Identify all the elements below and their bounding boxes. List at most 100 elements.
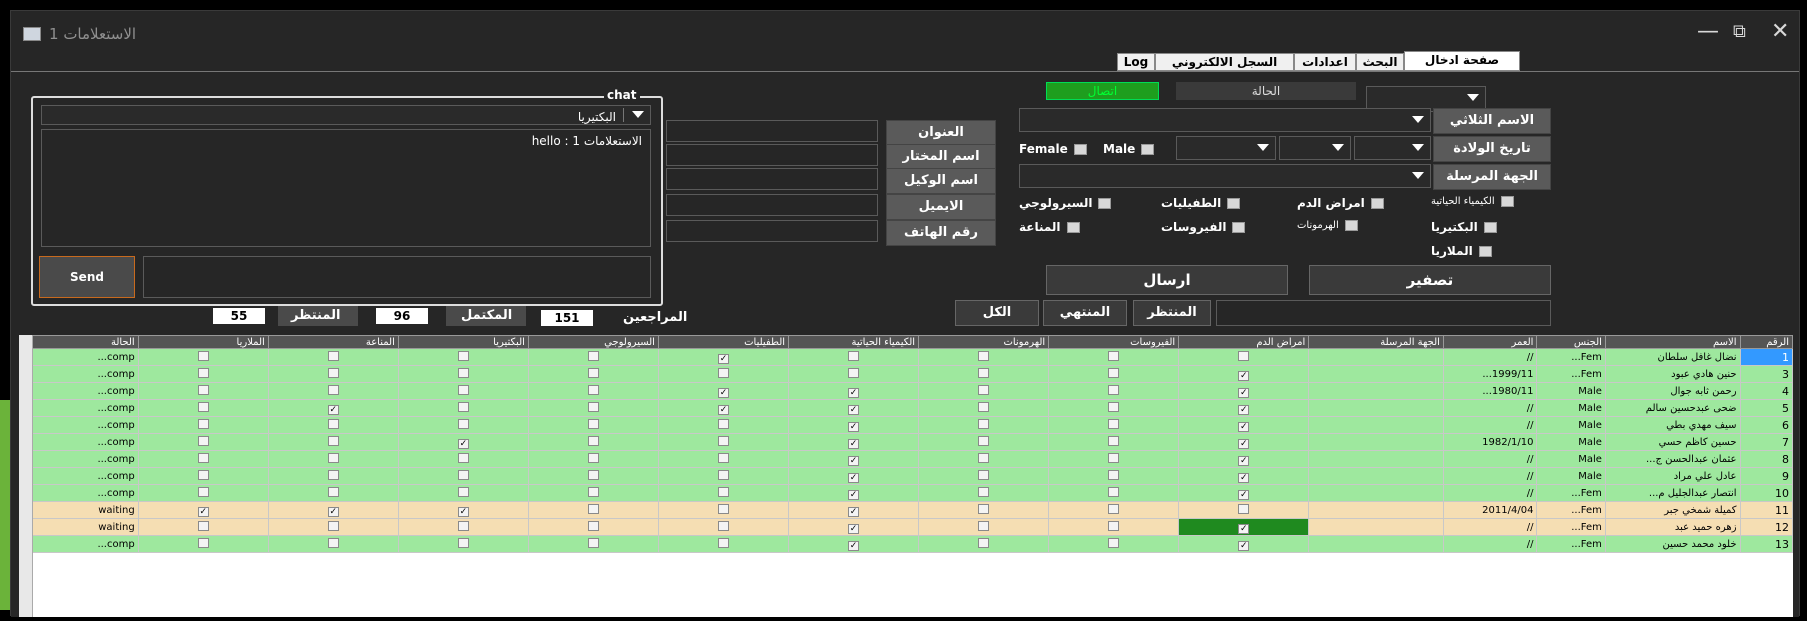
birth-day-combo[interactable] [1354, 136, 1431, 160]
checkbox[interactable] [587, 418, 599, 429]
sex-cell[interactable]: Fem... [1536, 365, 1606, 383]
checkbox[interactable] [587, 486, 599, 497]
test-checkbox-cell[interactable] [527, 416, 659, 434]
checkbox[interactable] [327, 537, 339, 548]
filter-finished-button[interactable]: المنتهي [1043, 300, 1127, 326]
checkbox[interactable] [978, 452, 990, 463]
checkbox[interactable] [327, 486, 339, 497]
checkbox[interactable] [1108, 384, 1120, 395]
checkbox[interactable]: ✓ [1238, 540, 1250, 551]
checkbox[interactable]: ✓ [848, 540, 860, 551]
checkbox[interactable] [848, 350, 860, 361]
test-checkbox-cell[interactable] [1048, 450, 1180, 468]
checkbox[interactable] [978, 350, 990, 361]
test-checkbox-cell[interactable]: ✓ [657, 399, 790, 417]
status-cell[interactable]: comp... [19, 450, 139, 468]
test-checkbox-cell[interactable] [267, 433, 399, 451]
test-checkbox-cell[interactable] [657, 467, 790, 485]
column-header[interactable]: الحالة [19, 335, 139, 349]
checkbox[interactable] [587, 520, 599, 531]
test-checkbox-cell[interactable] [267, 484, 399, 502]
status-cell[interactable]: comp... [19, 535, 139, 553]
test-checkbox-cell[interactable] [788, 365, 920, 383]
checkbox[interactable] [718, 367, 729, 378]
age-cell[interactable]: // [1442, 467, 1538, 485]
test-checkbox-cell[interactable]: ✓ [267, 501, 399, 519]
test-checkbox-cell[interactable]: ✓ [1178, 450, 1310, 468]
tab-search[interactable]: البحث [1356, 53, 1404, 71]
checkbox[interactable] [197, 452, 209, 463]
checkbox[interactable] [457, 452, 469, 463]
serology-checkbox[interactable]: السيرولوجي [1019, 196, 1112, 210]
age-cell[interactable]: // [1442, 535, 1538, 553]
test-checkbox-cell[interactable]: ✓ [1178, 382, 1310, 400]
status-cell[interactable]: comp... [19, 467, 139, 485]
checkbox[interactable] [978, 418, 990, 429]
test-checkbox-cell[interactable]: ✓ [397, 433, 529, 451]
test-checkbox-cell[interactable] [527, 382, 659, 400]
test-checkbox-cell[interactable] [657, 501, 790, 519]
chemistry-checkbox[interactable]: الكيمياء الحياتية [1431, 196, 1514, 207]
filter-waiting-button[interactable]: المنتظر [1133, 300, 1211, 326]
test-checkbox-cell[interactable]: ✓ [1178, 433, 1310, 451]
test-checkbox-cell[interactable]: ✓ [1178, 399, 1310, 417]
age-cell[interactable]: // [1442, 484, 1538, 502]
test-checkbox-cell[interactable] [1048, 348, 1180, 366]
sex-cell[interactable]: Fem... [1536, 518, 1606, 536]
name-cell[interactable]: حسين كاظم حسي [1604, 433, 1741, 451]
age-cell[interactable]: 1982/1/10 [1442, 433, 1538, 451]
test-checkbox-cell[interactable] [788, 348, 920, 366]
checkbox[interactable] [1108, 435, 1120, 446]
test-checkbox-cell[interactable] [137, 518, 269, 536]
test-checkbox-cell[interactable]: ✓ [267, 399, 399, 417]
test-checkbox-cell[interactable] [267, 365, 399, 383]
test-checkbox-cell[interactable] [267, 382, 399, 400]
checkbox[interactable]: ✓ [457, 438, 469, 449]
blood-checkbox[interactable]: امراض الدم [1297, 196, 1384, 210]
name-cell[interactable]: انتصار عبدالجليل م... [1604, 484, 1741, 502]
test-checkbox-cell[interactable] [397, 348, 529, 366]
test-checkbox-cell[interactable]: ✓ [657, 382, 790, 400]
table-row[interactable]: 10 انتصار عبدالجليل م... Fem...// ✓ ✓ comp... [19, 484, 1793, 502]
column-header[interactable]: امراض الدم [1178, 335, 1310, 349]
column-header[interactable]: السيرولوجي [527, 335, 659, 349]
test-checkbox-cell[interactable] [527, 518, 659, 536]
status-cell[interactable]: comp... [19, 484, 139, 502]
checkbox[interactable] [978, 503, 990, 514]
test-checkbox-cell[interactable] [137, 467, 269, 485]
checkbox[interactable] [457, 469, 469, 480]
column-header[interactable]: الطفيليات [657, 335, 790, 349]
test-checkbox-cell[interactable]: ✓ [788, 501, 920, 519]
test-checkbox-cell[interactable]: ✓ [1178, 365, 1310, 383]
checkbox[interactable] [1108, 418, 1120, 429]
restore-icon[interactable]: ⧉ [1733, 21, 1746, 42]
column-header[interactable]: الفيروسات [1048, 335, 1180, 349]
test-checkbox-cell[interactable]: ✓ [788, 484, 920, 502]
test-checkbox-cell[interactable] [137, 535, 269, 553]
test-checkbox-cell[interactable] [527, 433, 659, 451]
checkbox[interactable] [718, 486, 729, 497]
name-cell[interactable]: كميلة شمخي جبر [1604, 501, 1741, 519]
test-checkbox-cell[interactable] [1048, 535, 1180, 553]
test-checkbox-cell[interactable] [137, 365, 269, 383]
test-checkbox-cell[interactable] [918, 433, 1050, 451]
sender-cell[interactable] [1308, 365, 1444, 383]
checkbox[interactable]: ✓ [1238, 472, 1250, 483]
test-checkbox-cell[interactable] [918, 535, 1050, 553]
checkbox[interactable]: ✓ [197, 506, 209, 517]
chat-send-button[interactable]: Send [39, 256, 135, 298]
malaria-checkbox[interactable]: الملاريا [1431, 244, 1492, 258]
checkbox[interactable]: ✓ [327, 506, 339, 517]
table-row[interactable]: 5 ضحى عبدحسين سالم Male// ✓ ✓ ✓ ✓ comp... [19, 399, 1793, 417]
test-checkbox-cell[interactable] [397, 365, 529, 383]
checkbox[interactable] [197, 537, 209, 548]
checkbox[interactable] [587, 435, 599, 446]
name-cell[interactable]: ضحى عبدحسين سالم [1604, 399, 1741, 417]
chat-message-input[interactable] [143, 256, 651, 298]
checkbox[interactable] [587, 503, 599, 514]
checkbox[interactable] [978, 401, 990, 412]
checkbox[interactable] [978, 469, 990, 480]
checkbox[interactable] [718, 452, 729, 463]
test-checkbox-cell[interactable] [657, 484, 790, 502]
sex-cell[interactable]: Fem... [1536, 501, 1606, 519]
